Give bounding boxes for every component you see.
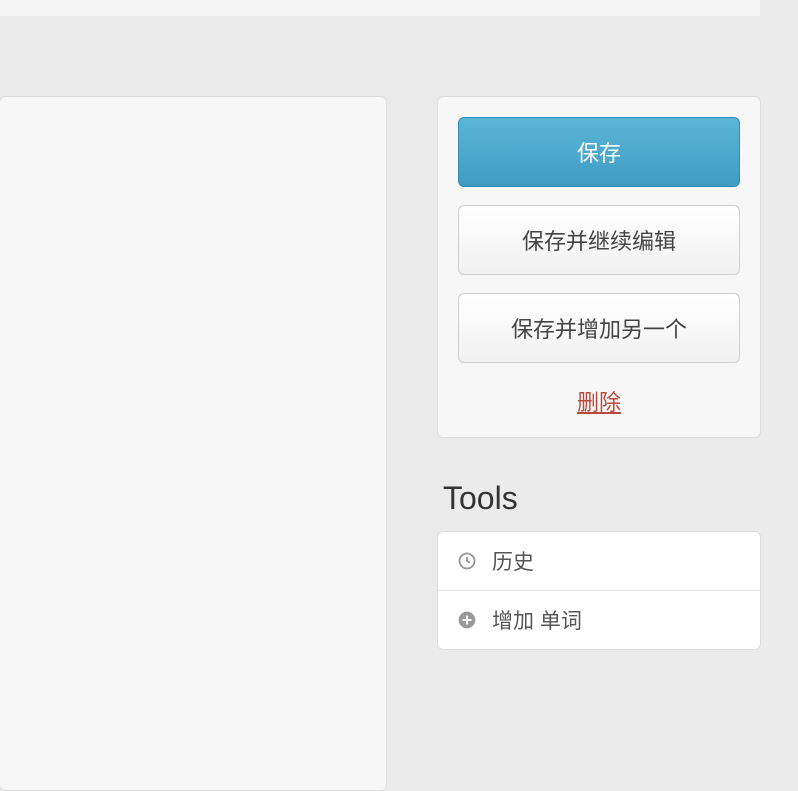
tools-heading: Tools: [437, 480, 761, 517]
content-area: 保存 保存并继续编辑 保存并增加另一个 删除 Tools 历史: [0, 16, 798, 791]
save-continue-button[interactable]: 保存并继续编辑: [458, 205, 740, 275]
main-form-card: [0, 96, 387, 791]
plus-circle-icon: [456, 609, 478, 631]
delete-link[interactable]: 删除: [458, 385, 740, 417]
sidebar: 保存 保存并继续编辑 保存并增加另一个 删除 Tools 历史: [437, 96, 761, 791]
tools-item-history[interactable]: 历史: [438, 532, 760, 590]
tools-item-label: 历史: [492, 546, 534, 576]
save-button[interactable]: 保存: [458, 117, 740, 187]
top-bar: [0, 0, 760, 16]
tools-item-label: 增加 单词: [492, 605, 582, 635]
actions-card: 保存 保存并继续编辑 保存并增加另一个 删除: [437, 96, 761, 438]
tools-item-add[interactable]: 增加 单词: [438, 590, 760, 649]
clock-icon: [456, 550, 478, 572]
tools-list: 历史 增加 单词: [437, 531, 761, 650]
save-add-another-button[interactable]: 保存并增加另一个: [458, 293, 740, 363]
